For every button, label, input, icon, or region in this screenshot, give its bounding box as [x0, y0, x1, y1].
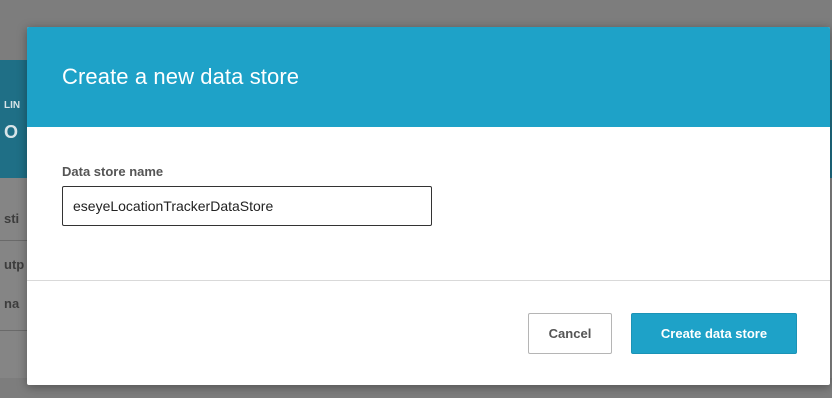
- cancel-button[interactable]: Cancel: [528, 313, 612, 354]
- background-text-fragment: utp: [4, 257, 25, 272]
- dialog-header: Create a new data store: [27, 27, 830, 127]
- background-text-fragment: LIN: [4, 100, 21, 111]
- dialog-footer: Cancel Create data store: [27, 281, 830, 385]
- data-store-name-input[interactable]: [62, 186, 432, 226]
- background-text-fragment: na: [4, 296, 20, 311]
- dialog-title: Create a new data store: [62, 64, 300, 89]
- data-store-name-label: Data store name: [62, 164, 164, 179]
- dialog-body: Data store name: [27, 127, 830, 281]
- background-text-fragment: O: [4, 122, 19, 142]
- background-text-fragment: sti: [4, 211, 20, 226]
- create-data-store-button[interactable]: Create data store: [631, 313, 797, 354]
- create-data-store-dialog: Create a new data store Data store name …: [27, 27, 830, 385]
